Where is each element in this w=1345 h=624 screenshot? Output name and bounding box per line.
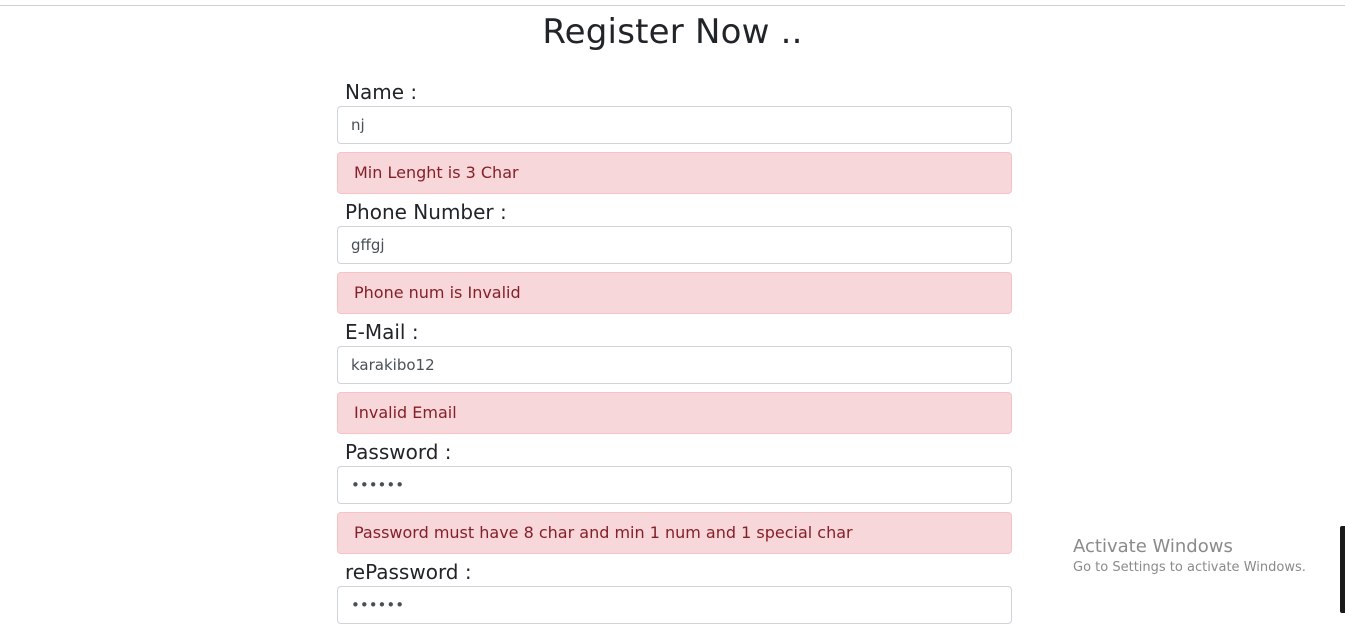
window-edge-scrollbar[interactable] [1340, 526, 1345, 613]
password-input[interactable] [337, 466, 1012, 504]
name-error-alert: Min Lenght is 3 Char [337, 152, 1012, 194]
repassword-label: rePassword : [345, 560, 472, 584]
phone-field-group: Phone Number : Phone num is Invalid [337, 198, 1012, 314]
email-field-group: E-Mail : Invalid Email [337, 318, 1012, 434]
name-input[interactable] [337, 106, 1012, 144]
password-label: Password : [345, 440, 452, 464]
name-field-group: Name : Min Lenght is 3 Char [337, 78, 1012, 194]
watermark-subtitle: Go to Settings to activate Windows. [1073, 560, 1306, 575]
page-title: Register Now .. [542, 12, 803, 52]
phone-error-alert: Phone num is Invalid [337, 272, 1012, 314]
phone-label: Phone Number : [345, 200, 507, 224]
phone-input[interactable] [337, 226, 1012, 264]
password-field-group: Password : Password must have 8 char and… [337, 438, 1012, 554]
password-error-alert: Password must have 8 char and min 1 num … [337, 512, 1012, 554]
email-input[interactable] [337, 346, 1012, 384]
register-form: Name : Min Lenght is 3 Char Phone Number… [337, 76, 1012, 624]
top-divider [0, 5, 1345, 6]
name-label: Name : [345, 80, 418, 104]
activate-windows-watermark: Activate Windows Go to Settings to activ… [1073, 536, 1306, 578]
repassword-field-group: rePassword : [337, 558, 1012, 624]
repassword-input[interactable] [337, 586, 1012, 624]
watermark-title: Activate Windows [1073, 536, 1233, 557]
email-error-alert: Invalid Email [337, 392, 1012, 434]
email-label: E-Mail : [345, 320, 419, 344]
